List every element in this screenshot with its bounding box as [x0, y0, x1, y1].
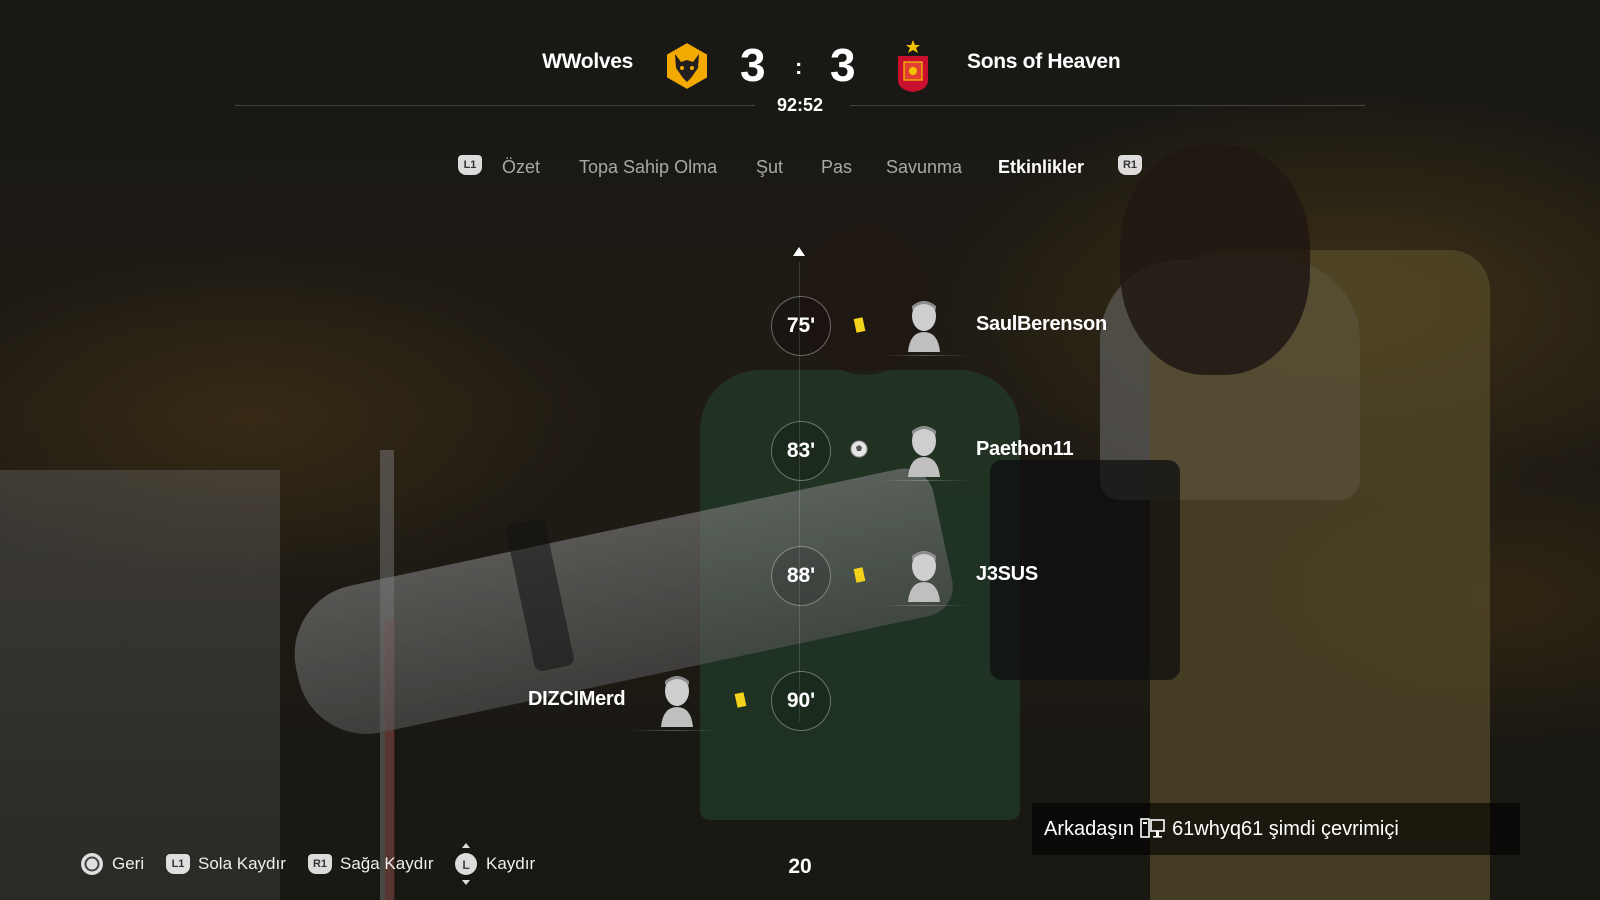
scroll-up-arrow-icon[interactable]: [793, 247, 805, 256]
away-team-name: Sons of Heaven: [967, 50, 1121, 73]
player-name: Paethon11: [976, 438, 1074, 460]
row-underline: [880, 355, 970, 356]
back-hint[interactable]: Geri: [80, 852, 144, 876]
player-avatar-icon: [908, 551, 940, 602]
event-row[interactable]: 75' SaulBerenson: [0, 296, 1600, 360]
event-minute: 75': [771, 296, 831, 356]
event-row[interactable]: 90' DIZCIMerd: [0, 671, 1600, 735]
tab-pas[interactable]: Pas: [821, 157, 852, 178]
svg-text:L: L: [462, 858, 469, 872]
left-stick-icon: L: [455, 843, 477, 885]
football-icon: [850, 440, 868, 458]
scroll-hint[interactable]: L Kaydır: [454, 843, 536, 885]
r1-button-icon: R1: [308, 852, 332, 876]
scroll-left-label: Sola Kaydır: [198, 854, 286, 873]
event-minute: 90': [771, 671, 831, 731]
divider-right: [850, 105, 1365, 106]
notification-text: 61whyq61 şimdi çevrimiçi: [1172, 817, 1399, 840]
circle-button-icon: [81, 853, 103, 875]
tab-topa-sahip-olma[interactable]: Topa Sahip Olma: [579, 157, 717, 178]
spain-crest-icon: [898, 40, 928, 92]
tab-ozet[interactable]: Özet: [502, 157, 540, 178]
l1-badge: L1: [166, 854, 190, 874]
scroll-left-hint[interactable]: L1 Sola Kaydır: [166, 852, 286, 876]
row-underline: [880, 480, 970, 481]
notification-prefix: Arkadaşın: [1044, 817, 1135, 840]
player-avatar-icon: [908, 426, 940, 477]
scroll-right-label: Sağa Kaydır: [340, 854, 434, 873]
event-row[interactable]: 83' Paethon11: [0, 421, 1600, 485]
score-separator: :: [795, 54, 803, 79]
friend-online-notification: Arkadaşın 61whyq61 şimdi çevrimiçi: [1032, 803, 1520, 855]
player-name: SaulBerenson: [976, 313, 1107, 335]
back-label: Geri: [112, 854, 145, 873]
r1-badge: R1: [308, 854, 332, 874]
match-clock: 92:52: [776, 95, 824, 115]
yellow-card-icon: [853, 317, 866, 333]
scroll-right-hint[interactable]: R1 Sağa Kaydır: [308, 852, 434, 876]
home-team-name: WWolves: [542, 50, 633, 73]
event-row[interactable]: 88' J3SUS: [0, 546, 1600, 610]
player-avatar-icon: [908, 301, 940, 352]
page-count: 20: [788, 855, 812, 878]
scoreboard: WWolves 3 : 3 Sons of Heaven 92:52: [0, 0, 1600, 120]
yellow-card-icon: [853, 567, 866, 583]
stats-tabs: L1 Özet Topa Sahip Olma Şut Pas Savunma …: [0, 152, 1600, 188]
wolves-crest-icon: [665, 40, 709, 92]
yellow-card-icon: [734, 692, 747, 708]
platform-pc-icon: [1140, 818, 1165, 838]
divider-left: [235, 105, 755, 106]
r1-button-icon[interactable]: R1: [1118, 155, 1142, 175]
tab-sut[interactable]: Şut: [756, 157, 783, 178]
tab-savunma[interactable]: Savunma: [886, 157, 962, 178]
l1-button-icon: L1: [166, 852, 190, 876]
player-name: J3SUS: [976, 563, 1038, 585]
event-minute: 88': [771, 546, 831, 606]
player-avatar-icon: [661, 676, 693, 727]
row-underline: [880, 605, 970, 606]
l1-button-icon[interactable]: L1: [458, 155, 482, 175]
scroll-label: Kaydır: [486, 854, 536, 873]
event-minute: 83': [771, 421, 831, 481]
player-name: DIZCIMerd: [528, 688, 626, 710]
row-underline: [630, 730, 720, 731]
home-score: 3: [740, 39, 766, 91]
away-score: 3: [830, 39, 856, 91]
tab-etkinlikler[interactable]: Etkinlikler: [998, 157, 1084, 178]
